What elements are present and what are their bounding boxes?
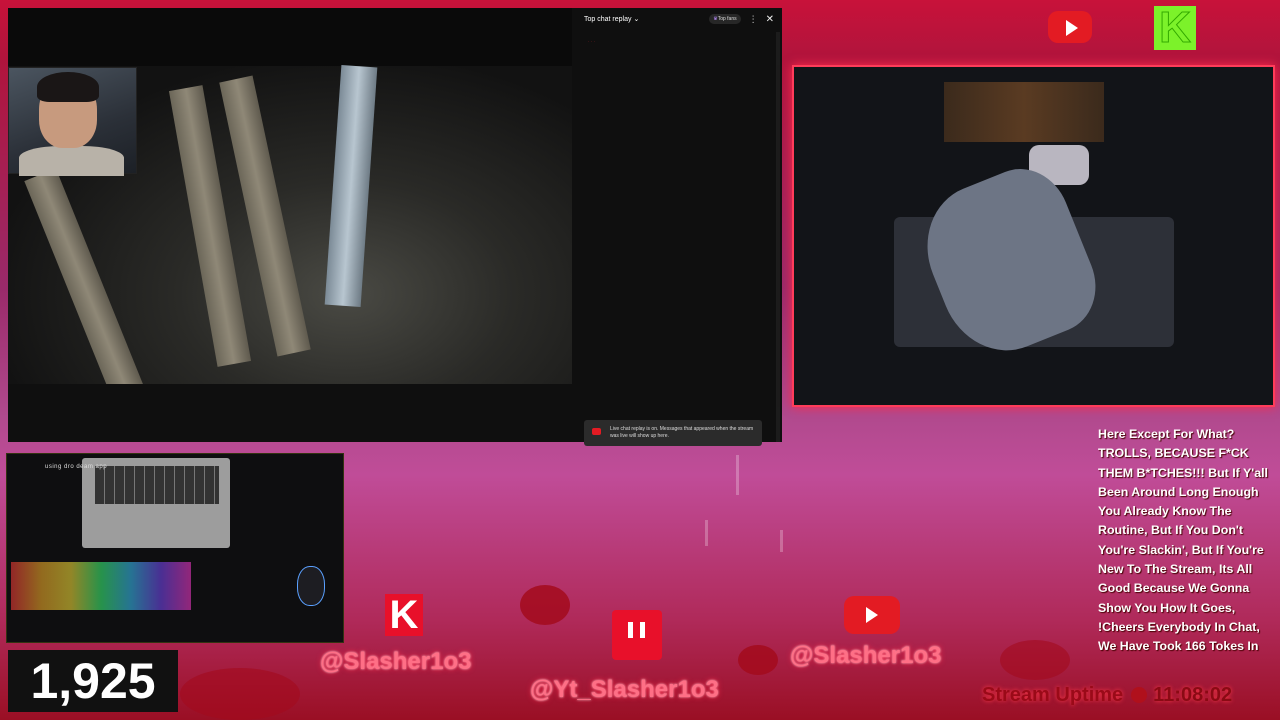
- laptop-keys: [95, 466, 219, 504]
- rain-streak: [780, 530, 783, 552]
- facecam-person: [37, 72, 99, 102]
- youtube-icon: [592, 428, 601, 435]
- youtube-handle: @Slasher1o3: [790, 642, 942, 669]
- twitch-handle: @Yt_Slasher1o3: [530, 676, 719, 703]
- uptime-label: Stream Uptime: [982, 684, 1124, 706]
- wood-plank: [24, 168, 146, 404]
- bedroom-cam: [792, 65, 1275, 407]
- keyboard-cam: using dro deam app: [6, 453, 344, 643]
- rain-streak: [736, 455, 739, 495]
- rain-streak: [705, 520, 708, 546]
- more-options-icon[interactable]: ⋮: [749, 14, 758, 25]
- letterbox-bottom: [8, 384, 572, 442]
- top-fans-button[interactable]: ♛Top fans: [709, 14, 741, 24]
- keyboard-cam-caption: using dro deam app: [45, 464, 108, 470]
- twitch-eye: [640, 622, 645, 638]
- rgb-keyboard: [11, 562, 191, 610]
- chat-stats-line: · · ·: [588, 39, 596, 44]
- blood-splatter: [180, 668, 300, 720]
- twitch-icon: [612, 610, 662, 660]
- youtube-icon: [844, 596, 900, 634]
- close-icon[interactable]: ✕: [766, 14, 774, 25]
- facecam-person: [19, 146, 124, 176]
- twitch-eye: [628, 622, 633, 638]
- uptime-value: 11:08:02: [1153, 684, 1233, 706]
- gaming-mouse: [297, 566, 325, 606]
- replay-notice: Live chat replay is on. Messages that ap…: [584, 420, 762, 446]
- youtube-icon: [1048, 11, 1092, 43]
- wall-tapestry: [944, 82, 1104, 142]
- chat-panel: Top chat replay ⌄ ♛Top fans ⋮ ✕ · · · Li…: [572, 8, 782, 446]
- letterbox-top: [8, 8, 572, 66]
- kick-handle: @Slasher1o3: [320, 648, 472, 675]
- viewer-count: 1,925: [8, 650, 178, 712]
- blood-splatter: [738, 645, 778, 675]
- clock-icon: [1131, 687, 1148, 703]
- chevron-down-icon: ⌄: [633, 16, 640, 23]
- stream-uptime: Stream Uptime 11:08:02: [982, 684, 1232, 707]
- blood-splatter: [1000, 640, 1070, 680]
- chat-scrollbar[interactable]: [776, 32, 780, 442]
- replay-notice-text: Live chat replay is on. Messages that ap…: [610, 426, 754, 439]
- kick-icon: K: [1154, 3, 1196, 52]
- concrete-pillar: [324, 65, 378, 307]
- blood-splatter: [520, 585, 570, 625]
- kick-letter: K: [1159, 3, 1192, 52]
- facecam: [8, 67, 137, 176]
- kick-icon: K: [385, 594, 423, 636]
- chat-title-dropdown[interactable]: Top chat replay ⌄: [584, 15, 709, 23]
- rules-ticker: Here Except For What? TROLLS, BECAUSE F*…: [1098, 427, 1268, 659]
- chat-header: Top chat replay ⌄ ♛Top fans ⋮ ✕: [572, 8, 782, 30]
